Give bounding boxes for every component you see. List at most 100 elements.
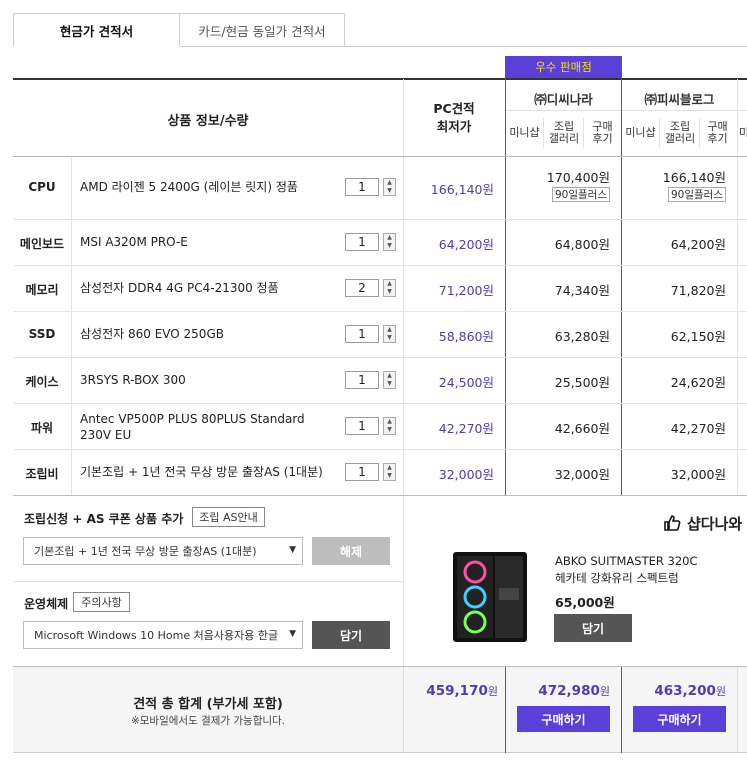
product-name[interactable]: 삼성전자 860 EVO 250GB bbox=[80, 326, 335, 342]
vendor3-sub-partial: 미 bbox=[738, 126, 747, 139]
product-name[interactable]: 삼성전자 DDR4 4G PC4-21300 정품 bbox=[80, 280, 335, 296]
chevron-up-icon[interactable]: ▲ bbox=[384, 179, 395, 187]
quantity-input[interactable]: 1 bbox=[345, 178, 379, 196]
chevron-up-icon[interactable]: ▲ bbox=[384, 280, 395, 288]
chevron-down-icon[interactable]: ▼ bbox=[384, 288, 395, 296]
vendor2-price: 166,140원 bbox=[662, 170, 726, 185]
minishop-link[interactable]: 미니샵 bbox=[506, 127, 543, 139]
divider bbox=[583, 118, 584, 148]
minishop-link[interactable]: 미니샵 bbox=[622, 127, 659, 139]
assembly-gallery-link[interactable]: 조립 갤러리 bbox=[661, 121, 699, 145]
won-unit: 원 bbox=[487, 685, 498, 698]
category-label: SSD bbox=[28, 327, 56, 341]
vendor2-price: 24,620원 bbox=[670, 375, 726, 390]
assembly-info-button[interactable]: 조립 AS안내 bbox=[192, 507, 265, 527]
quantity-input[interactable]: 1 bbox=[345, 417, 379, 435]
warranty-badge: 90일플러스 bbox=[668, 187, 726, 202]
quantity-input[interactable]: 2 bbox=[345, 279, 379, 297]
quantity-stepper[interactable]: ▲ ▼ bbox=[383, 279, 396, 297]
add-os-button[interactable]: 담기 bbox=[312, 621, 390, 649]
divider bbox=[737, 79, 738, 495]
vendor1-buy-button[interactable]: 구매하기 bbox=[517, 706, 610, 732]
chevron-down-icon[interactable]: ▼ bbox=[384, 380, 395, 388]
category-label: 조립비 bbox=[25, 467, 59, 481]
vendor1-price: 32,000원 bbox=[554, 467, 610, 482]
chevron-up-icon[interactable]: ▲ bbox=[384, 418, 395, 426]
os-notice-button[interactable]: 주의사항 bbox=[73, 592, 130, 612]
chevron-up-icon[interactable]: ▲ bbox=[384, 464, 395, 472]
quantity-stepper[interactable]: ▲ ▼ bbox=[383, 417, 396, 435]
chevron-up-icon[interactable]: ▲ bbox=[384, 372, 395, 380]
quantity-stepper[interactable]: ▲ ▼ bbox=[383, 233, 396, 251]
chevron-down-icon[interactable]: ▼ bbox=[384, 426, 395, 434]
vendor1-price: 25,500원 bbox=[554, 375, 610, 390]
row-divider bbox=[13, 311, 747, 312]
vendor1-price: 64,800원 bbox=[554, 237, 610, 252]
dropdown-arrow-icon: ▼ bbox=[289, 545, 296, 555]
row-divider bbox=[13, 666, 747, 667]
purchase-review-link[interactable]: 구매 후기 bbox=[585, 121, 620, 145]
chevron-up-icon[interactable]: ▲ bbox=[384, 234, 395, 242]
chevron-up-icon[interactable]: ▲ bbox=[384, 326, 395, 334]
lowest-price: 166,140원 bbox=[430, 182, 494, 197]
vendor1-price: 42,660원 bbox=[554, 421, 610, 436]
vendor1-total-value: 472,980 bbox=[538, 683, 600, 699]
won-unit: 원 bbox=[599, 685, 610, 698]
product-name[interactable]: 3RSYS R-BOX 300 bbox=[80, 372, 335, 388]
vendor1-price: 63,280원 bbox=[554, 329, 610, 344]
assembly-gallery-link[interactable]: 조립 갤러리 bbox=[545, 121, 583, 145]
vendor2-price: 42,270원 bbox=[670, 421, 726, 436]
quantity-stepper[interactable]: ▲ ▼ bbox=[383, 371, 396, 389]
chevron-down-icon[interactable]: ▼ bbox=[384, 242, 395, 250]
tab-card-cash-quote[interactable]: 카드/현금 동일가 견적서 bbox=[180, 13, 345, 47]
row-divider bbox=[13, 156, 747, 157]
purchase-review-link[interactable]: 구매 후기 bbox=[700, 121, 735, 145]
vendor2-price: 32,000원 bbox=[670, 467, 726, 482]
vendor1-total: 472,980원 bbox=[506, 680, 610, 699]
category-label: 메인보드 bbox=[19, 237, 65, 251]
lowest-total: 459,170원 bbox=[404, 680, 498, 699]
vendor-header-divider bbox=[506, 110, 747, 111]
tab-cash-quote[interactable]: 현금가 견적서 bbox=[13, 13, 180, 47]
promo-add-button[interactable]: 담기 bbox=[554, 614, 632, 642]
vendor2-price: 71,820원 bbox=[670, 283, 726, 298]
quantity-stepper[interactable]: ▲ ▼ bbox=[383, 463, 396, 481]
release-button[interactable]: 해제 bbox=[312, 537, 390, 565]
lowest-total-value: 459,170 bbox=[426, 683, 488, 699]
promo-product-name[interactable]: ABKO SUITMASTER 320C 헤카테 강화유리 스펙트럼 bbox=[555, 553, 698, 587]
category-label: CPU bbox=[28, 180, 56, 194]
lowest-price: 24,500원 bbox=[438, 375, 494, 390]
quantity-stepper[interactable]: ▲ ▼ bbox=[383, 325, 396, 343]
quantity-input[interactable]: 1 bbox=[345, 371, 379, 389]
quantity-input[interactable]: 1 bbox=[345, 325, 379, 343]
chevron-down-icon[interactable]: ▼ bbox=[384, 187, 395, 195]
row-divider bbox=[13, 403, 747, 404]
vendor2-name: ㈜피씨블로그 bbox=[644, 92, 715, 107]
os-select-value: Microsoft Windows 10 Home 처음사용자용 한글 bbox=[34, 629, 279, 642]
quantity-input[interactable]: 1 bbox=[345, 233, 379, 251]
warranty-badge: 90일플러스 bbox=[552, 187, 610, 202]
chevron-down-icon[interactable]: ▼ bbox=[384, 334, 395, 342]
vendor2-price: 62,150원 bbox=[670, 329, 726, 344]
chevron-down-icon[interactable]: ▼ bbox=[384, 472, 395, 480]
quantity-input[interactable]: 1 bbox=[345, 463, 379, 481]
lowest-price-header: PC견적 최저가 bbox=[433, 101, 475, 134]
row-divider bbox=[13, 265, 747, 266]
assembly-select[interactable]: 기본조립 + 1년 전국 무상 방문 출장AS (1대분) ▼ bbox=[23, 537, 303, 565]
divider bbox=[699, 118, 700, 148]
category-label: 메모리 bbox=[25, 283, 59, 297]
os-select[interactable]: Microsoft Windows 10 Home 처음사용자용 한글 ▼ bbox=[23, 621, 303, 649]
divider bbox=[659, 118, 660, 148]
product-name[interactable]: AMD 라이젠 5 2400G (레이븐 릿지) 정품 bbox=[80, 179, 335, 195]
product-name[interactable]: 기본조립 + 1년 전국 무상 방문 출장AS (1대분) bbox=[80, 464, 342, 480]
vendor2-buy-button[interactable]: 구매하기 bbox=[633, 706, 726, 732]
row-divider bbox=[13, 581, 403, 582]
product-name[interactable]: Antec VP500P PLUS 80PLUS Standard 230V E… bbox=[80, 411, 335, 443]
quantity-stepper[interactable]: ▲ ▼ bbox=[383, 178, 396, 196]
lowest-price: 58,860원 bbox=[438, 329, 494, 344]
shop-danawa-title: 샵다나와 bbox=[687, 515, 743, 533]
divider bbox=[403, 496, 404, 666]
row-divider bbox=[13, 219, 747, 220]
product-name[interactable]: MSI A320M PRO-E bbox=[80, 234, 335, 250]
promo-product-image[interactable] bbox=[443, 548, 538, 645]
